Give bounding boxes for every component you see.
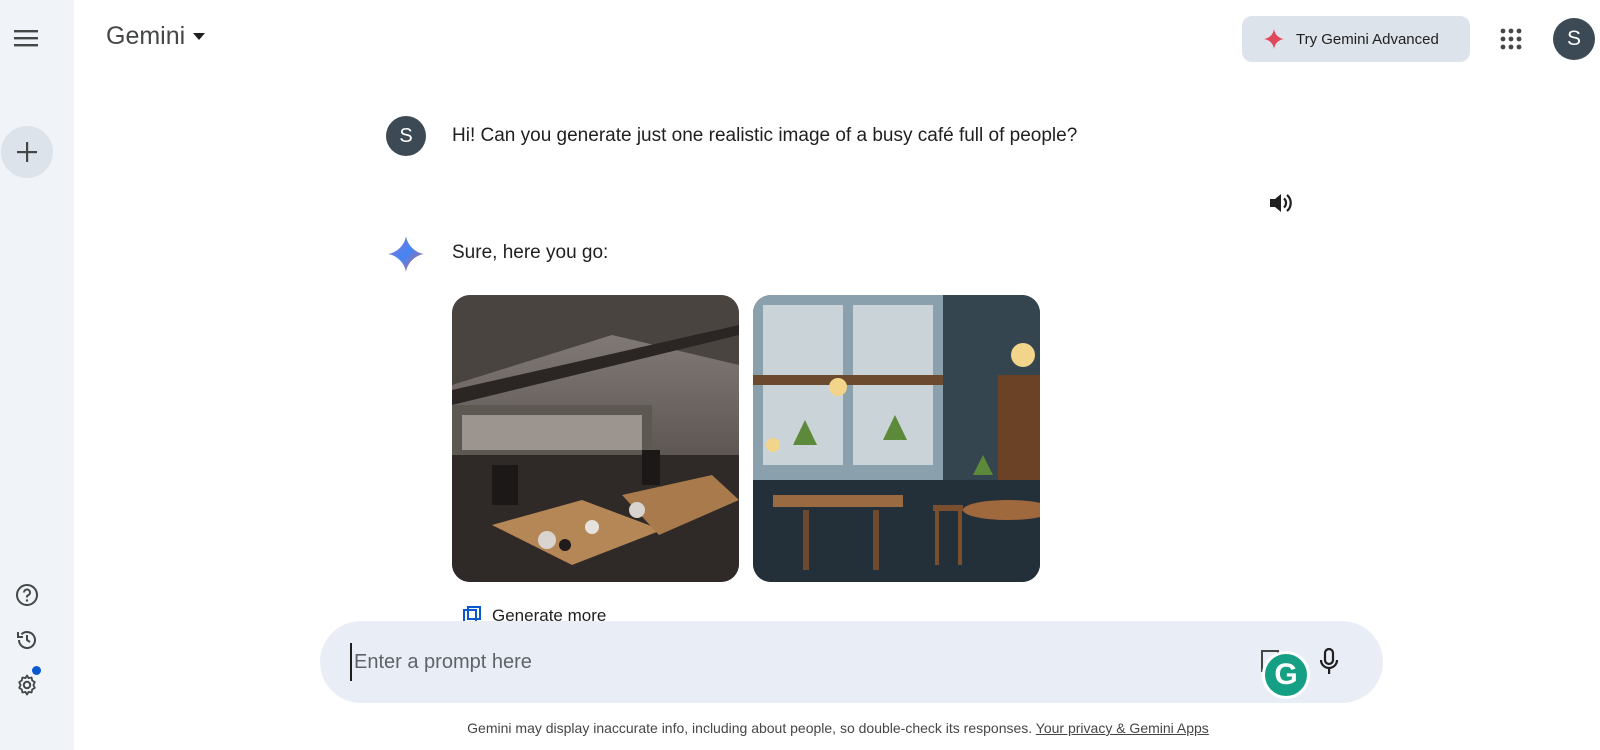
disclaimer-text: Gemini may display inaccurate info, incl… <box>467 720 1033 736</box>
apps-grid-icon[interactable] <box>1494 22 1528 56</box>
app-switcher[interactable]: Gemini <box>106 22 206 51</box>
speaker-icon[interactable] <box>1266 188 1296 218</box>
app-name: Gemini <box>106 22 186 50</box>
microphone-icon[interactable] <box>1310 643 1348 681</box>
notification-dot <box>32 666 41 675</box>
sidebar <box>0 0 74 750</box>
user-message-row: S Hi! Can you generate just one realisti… <box>386 116 1077 156</box>
privacy-link[interactable]: Your privacy & Gemini Apps <box>1036 720 1209 736</box>
sparkle-icon <box>1264 29 1284 49</box>
gemini-sparkle-icon <box>388 236 424 272</box>
try-advanced-label: Try Gemini Advanced <box>1296 30 1439 48</box>
grammarly-icon[interactable]: G <box>1262 651 1310 699</box>
plus-icon <box>17 142 37 162</box>
account-avatar[interactable]: S <box>1553 18 1595 60</box>
history-icon[interactable] <box>10 623 44 657</box>
response-text: Sure, here you go: <box>452 242 609 263</box>
user-message: Hi! Can you generate just one realistic … <box>452 125 1078 146</box>
footer-disclaimer: Gemini may display inaccurate info, incl… <box>0 720 1600 736</box>
new-chat-button[interactable] <box>1 126 53 178</box>
prompt-bar: G <box>320 621 1383 703</box>
generated-image-2[interactable] <box>753 295 1040 582</box>
help-circle-icon[interactable] <box>10 578 44 612</box>
hamburger-menu-icon[interactable] <box>6 18 46 58</box>
user-avatar: S <box>386 116 426 156</box>
generated-image-1[interactable] <box>452 295 739 582</box>
prompt-input[interactable] <box>350 643 1230 681</box>
caret-down-icon <box>193 32 206 40</box>
try-advanced-button[interactable]: Try Gemini Advanced <box>1242 16 1470 62</box>
